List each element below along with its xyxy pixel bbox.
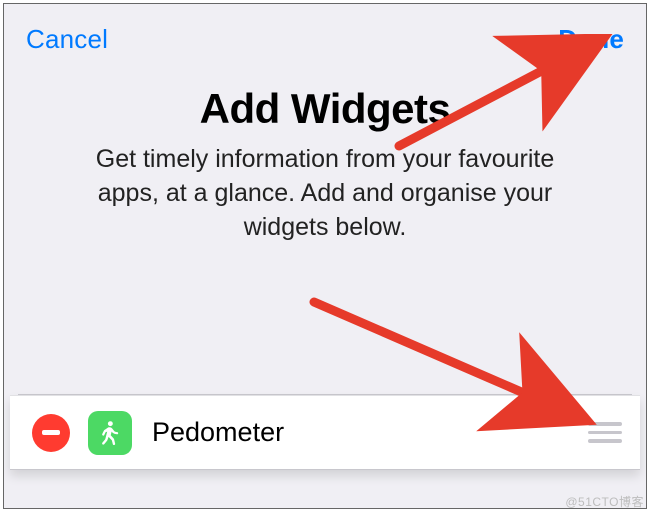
page-subtitle: Get timely information from your favouri…: [65, 143, 585, 244]
widget-name-label: Pedometer: [152, 417, 586, 448]
app-icon: [88, 411, 132, 455]
watermark: @51CTO博客: [565, 493, 644, 510]
widget-row[interactable]: Pedometer: [10, 395, 640, 470]
navbar: Cancel Done: [4, 4, 646, 63]
cancel-button[interactable]: Cancel: [26, 24, 108, 55]
hero-section: Add Widgets Get timely information from …: [4, 63, 646, 244]
page-title: Add Widgets: [44, 85, 606, 133]
remove-widget-button[interactable]: [32, 414, 70, 452]
done-button[interactable]: Done: [558, 24, 624, 55]
minus-icon: [42, 430, 60, 435]
grip-line-icon: [588, 439, 622, 443]
screen-frame: Cancel Done Add Widgets Get timely infor…: [3, 3, 647, 509]
reorder-handle[interactable]: [586, 422, 626, 443]
widgets-list: Pedometer: [10, 392, 640, 470]
grip-line-icon: [588, 422, 622, 426]
grip-line-icon: [588, 431, 622, 435]
walking-person-icon: [96, 419, 124, 447]
